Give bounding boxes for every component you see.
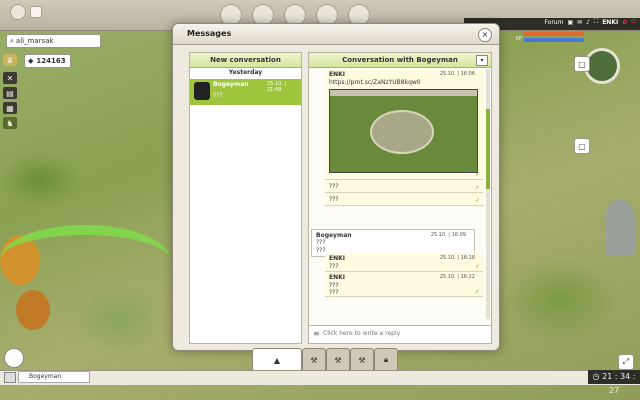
menu-icon[interactable]: ≡ xyxy=(313,329,320,338)
read-check-icon: ✓ xyxy=(474,288,480,295)
book-icon[interactable]: ▤ xyxy=(3,87,17,99)
resource-counter: ◆ 124163 xyxy=(24,54,71,68)
thumbnail-plaza xyxy=(370,110,434,154)
forum-link[interactable]: Forum xyxy=(544,19,563,26)
clock-icon: ◷ xyxy=(592,372,600,381)
river xyxy=(0,225,170,295)
avatar xyxy=(194,82,210,100)
search-input[interactable]: ⌕ ali_marsak xyxy=(6,34,101,48)
skill-slot-1[interactable]: ⚒ xyxy=(302,348,326,372)
conversation-time: 25.10. | 21:49 xyxy=(267,81,287,93)
settings-icon[interactable] xyxy=(30,6,42,18)
chat-tab[interactable]: Bogeyman xyxy=(18,371,90,383)
swords-icon[interactable]: ✕ xyxy=(3,72,17,84)
map-tool-1[interactable]: ▢ xyxy=(574,56,590,72)
reply-bar: ≡ xyxy=(309,325,491,342)
close-icon[interactable]: × xyxy=(478,28,492,42)
search-icon: ⌕ xyxy=(10,36,14,45)
map-tool-2[interactable]: ▢ xyxy=(574,138,590,154)
read-check-icon: ✓ xyxy=(474,171,480,178)
hero-icon[interactable]: ♞ xyxy=(3,117,17,129)
coin-icon: ◆ xyxy=(28,57,34,65)
camera-icon[interactable] xyxy=(4,348,24,368)
power-icon[interactable]: ⏻ xyxy=(631,18,636,26)
message-time: 25.10. | 16:18 xyxy=(439,255,475,261)
expand-icon[interactable]: ⤢ xyxy=(618,354,634,370)
reply-input[interactable] xyxy=(323,328,483,338)
read-check-icon: ✓ xyxy=(474,197,480,204)
conversation-title: Conversation with Bogeyman xyxy=(342,56,458,64)
message-text: ??? xyxy=(316,239,326,246)
scrollbar[interactable] xyxy=(486,69,490,319)
health-bar xyxy=(524,32,584,36)
conversation-list: New conversation Yesterday Bogeyman 25.1… xyxy=(189,52,302,344)
dialog-title: Messages xyxy=(187,29,232,38)
message-text: ??? xyxy=(329,282,339,289)
message-author: ENKI xyxy=(329,255,346,262)
bottom-bar xyxy=(0,370,640,385)
message-item: ENKI 25.10. | 16:18 ??? ✓ xyxy=(325,253,483,272)
scroll-icon[interactable]: ▦ xyxy=(3,102,17,114)
conversation-header: Conversation with Bogeyman ▾ xyxy=(309,53,491,68)
clock-time: 21 : 34 : 27 xyxy=(602,372,636,395)
conversation-name: Bogeyman xyxy=(213,81,249,88)
chat-toggle-icon[interactable] xyxy=(4,372,16,383)
messages-dialog: Messages × New conversation Yesterday Bo… xyxy=(172,23,500,351)
scrollbar-thumb[interactable] xyxy=(486,109,490,189)
message-time: 25.10. | 16:09 xyxy=(430,232,466,238)
message-link[interactable]: https://prnt.sc/ZaNzYUB8kqw0 xyxy=(329,79,421,86)
message-author: ENKI xyxy=(329,71,346,78)
chat-icon[interactable]: ▣ xyxy=(567,19,573,26)
clock: ◷ 21 : 34 : 27 xyxy=(588,370,640,395)
lock-icon[interactable]: 🔒︎ xyxy=(374,348,398,372)
home-icon[interactable] xyxy=(10,4,26,20)
message-text: ??? xyxy=(329,183,339,190)
message-item: ??? ✓ xyxy=(325,180,483,193)
xp-bar xyxy=(524,38,584,42)
status-bar-controls: Forum ▣ ✉ ♪ ⛶ ENKI ✿ ⏻ xyxy=(544,18,636,26)
message-text: ??? xyxy=(329,289,339,296)
new-conversation-button[interactable]: New conversation xyxy=(190,53,301,68)
username[interactable]: ENKI xyxy=(602,19,618,26)
message-item: ENKI 25.10. | 16:22 ??? ??? ✓ xyxy=(325,272,483,297)
message-author: ENKI xyxy=(329,274,346,281)
screenshot-thumbnail[interactable] xyxy=(329,89,478,173)
gear-icon[interactable]: ✿ xyxy=(622,19,627,26)
thumbnail-topbar xyxy=(330,90,477,96)
pine-tree xyxy=(605,200,635,255)
fullscreen-icon[interactable]: ⛶ xyxy=(594,18,598,26)
read-check-icon: ✓ xyxy=(474,184,480,191)
date-group-label: Yesterday xyxy=(228,69,263,76)
dialog-header: Messages × xyxy=(173,24,499,45)
resource-value: 124163 xyxy=(36,57,66,65)
skill-slot-3[interactable]: ⚒ xyxy=(350,348,374,372)
mail-icon[interactable]: ✉ xyxy=(577,19,582,26)
message-text: ??? xyxy=(329,196,339,203)
xp-label: XP xyxy=(515,36,522,42)
message-author: Bogeyman xyxy=(316,232,352,239)
read-check-icon: ✓ xyxy=(474,263,480,270)
search-value: ali_marsak xyxy=(15,37,54,45)
message-time: 25.10. | 16:06 xyxy=(439,71,475,77)
message-time: 25.10. | 16:22 xyxy=(439,274,475,280)
conversation-item[interactable]: Bogeyman 25.10. | 21:49 ??? xyxy=(190,79,301,105)
selected-skill-slot[interactable]: ▲ xyxy=(252,348,302,372)
message-text: ??? xyxy=(329,263,339,270)
skill-slot-2[interactable]: ⚒ xyxy=(326,348,350,372)
conversation-panel: Conversation with Bogeyman ▾ ENKI 25.10.… xyxy=(308,52,492,344)
crown-icon[interactable]: ♛ xyxy=(3,54,17,66)
message-item: ENKI 25.10. | 16:06 https://prnt.sc/ZaNz… xyxy=(325,69,483,180)
conversation-preview: ??? xyxy=(213,92,223,99)
message-item: ??? ✓ xyxy=(325,193,483,206)
chevron-down-icon[interactable]: ▾ xyxy=(476,55,488,66)
sound-icon[interactable]: ♪ xyxy=(586,19,590,26)
autumn-tree xyxy=(16,290,50,330)
